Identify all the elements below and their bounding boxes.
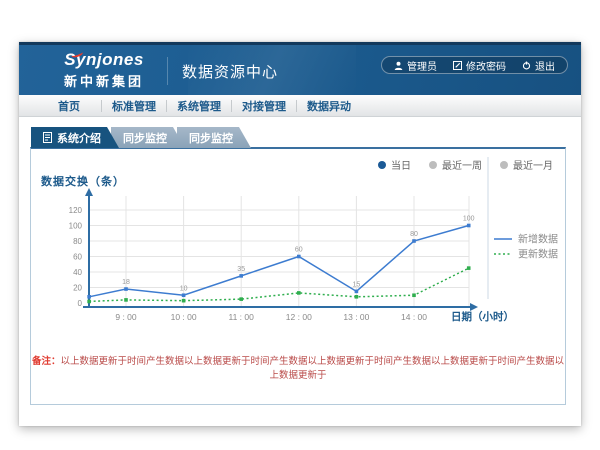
svg-text:9 : 00: 9 : 00: [115, 312, 137, 322]
svg-text:更新数据: 更新数据: [518, 248, 558, 261]
main-nav: 首页 标准管理 系统管理 对接管理 数据异动: [19, 95, 581, 117]
svg-text:15: 15: [353, 281, 361, 288]
svg-text:35: 35: [237, 266, 245, 273]
header-divider: [167, 57, 168, 85]
svg-text:12 : 00: 12 : 00: [286, 312, 312, 322]
svg-text:60: 60: [73, 253, 82, 262]
svg-text:80: 80: [73, 237, 82, 246]
tab-bar: 系统介绍 同步监控 同步监控: [31, 127, 243, 148]
footnote-prefix: 备注：: [32, 356, 61, 367]
svg-text:60: 60: [295, 247, 303, 254]
svg-text:18: 18: [122, 279, 130, 286]
user-toolbar: 管理员 修改密码 退出: [381, 56, 568, 74]
svg-text:10: 10: [180, 285, 188, 292]
change-password-label: 修改密码: [466, 58, 506, 73]
app-window: Synjones 新中新集团 数据资源中心 管理员 修改密码: [19, 42, 581, 426]
chart-panel: 当日 最近一周 最近一月 数据交换（条） 0204060801001209 : …: [30, 147, 566, 405]
nav-item-interface-mgmt[interactable]: 对接管理: [232, 98, 296, 114]
tab-sync-monitor-1[interactable]: 同步监控: [111, 127, 185, 148]
user-icon: [394, 61, 403, 70]
user-menu-button[interactable]: 管理员: [394, 58, 437, 73]
nav-item-data-change[interactable]: 数据异动: [297, 98, 361, 114]
nav-item-standard-mgmt[interactable]: 标准管理: [102, 98, 166, 114]
app-header: Synjones 新中新集团 数据资源中心 管理员 修改密码: [19, 45, 581, 95]
svg-text:10 : 00: 10 : 00: [171, 312, 197, 322]
svg-text:100: 100: [463, 216, 475, 223]
tab-label: 同步监控: [123, 130, 167, 146]
logout-label: 退出: [535, 58, 555, 73]
page-title: 数据资源中心: [182, 61, 278, 82]
svg-text:100: 100: [69, 222, 83, 231]
svg-text:13 : 00: 13 : 00: [343, 312, 369, 322]
tab-sync-monitor-2[interactable]: 同步监控: [177, 127, 251, 148]
user-name-label: 管理员: [407, 58, 437, 73]
svg-text:40: 40: [73, 268, 82, 277]
nav-item-home[interactable]: 首页: [37, 98, 101, 114]
document-icon: [43, 132, 52, 143]
edit-icon: [453, 61, 462, 70]
logo-text: Synjones: [49, 50, 159, 70]
nav-item-system-mgmt[interactable]: 系统管理: [167, 98, 231, 114]
svg-text:120: 120: [69, 206, 83, 215]
tab-system-intro[interactable]: 系统介绍: [31, 127, 119, 148]
svg-text:20: 20: [73, 284, 82, 293]
svg-text:80: 80: [410, 231, 418, 238]
logout-button[interactable]: 退出: [522, 58, 555, 73]
change-password-button[interactable]: 修改密码: [453, 58, 506, 73]
power-icon: [522, 61, 531, 70]
tab-label: 系统介绍: [57, 130, 101, 146]
logo-subtext: 新中新集团: [49, 71, 159, 90]
svg-text:0: 0: [78, 299, 83, 308]
svg-text:新增数据: 新增数据: [518, 233, 558, 246]
tab-label: 同步监控: [189, 130, 233, 146]
footnote-text: 以上数据更新于时间产生数据以上数据更新于时间产生数据以上数据更新于时间产生数据以…: [61, 356, 565, 381]
svg-text:11 : 00: 11 : 00: [229, 312, 255, 322]
content-area: 系统介绍 同步监控 同步监控 当日 最近一周: [19, 118, 581, 426]
svg-text:日期（小时）: 日期（小时）: [451, 310, 514, 323]
svg-text:14 : 00: 14 : 00: [401, 312, 427, 322]
footnote: 备注：以上数据更新于时间产生数据以上数据更新于时间产生数据以上数据更新于时间产生…: [31, 353, 565, 381]
company-logo: Synjones 新中新集团: [49, 50, 159, 90]
